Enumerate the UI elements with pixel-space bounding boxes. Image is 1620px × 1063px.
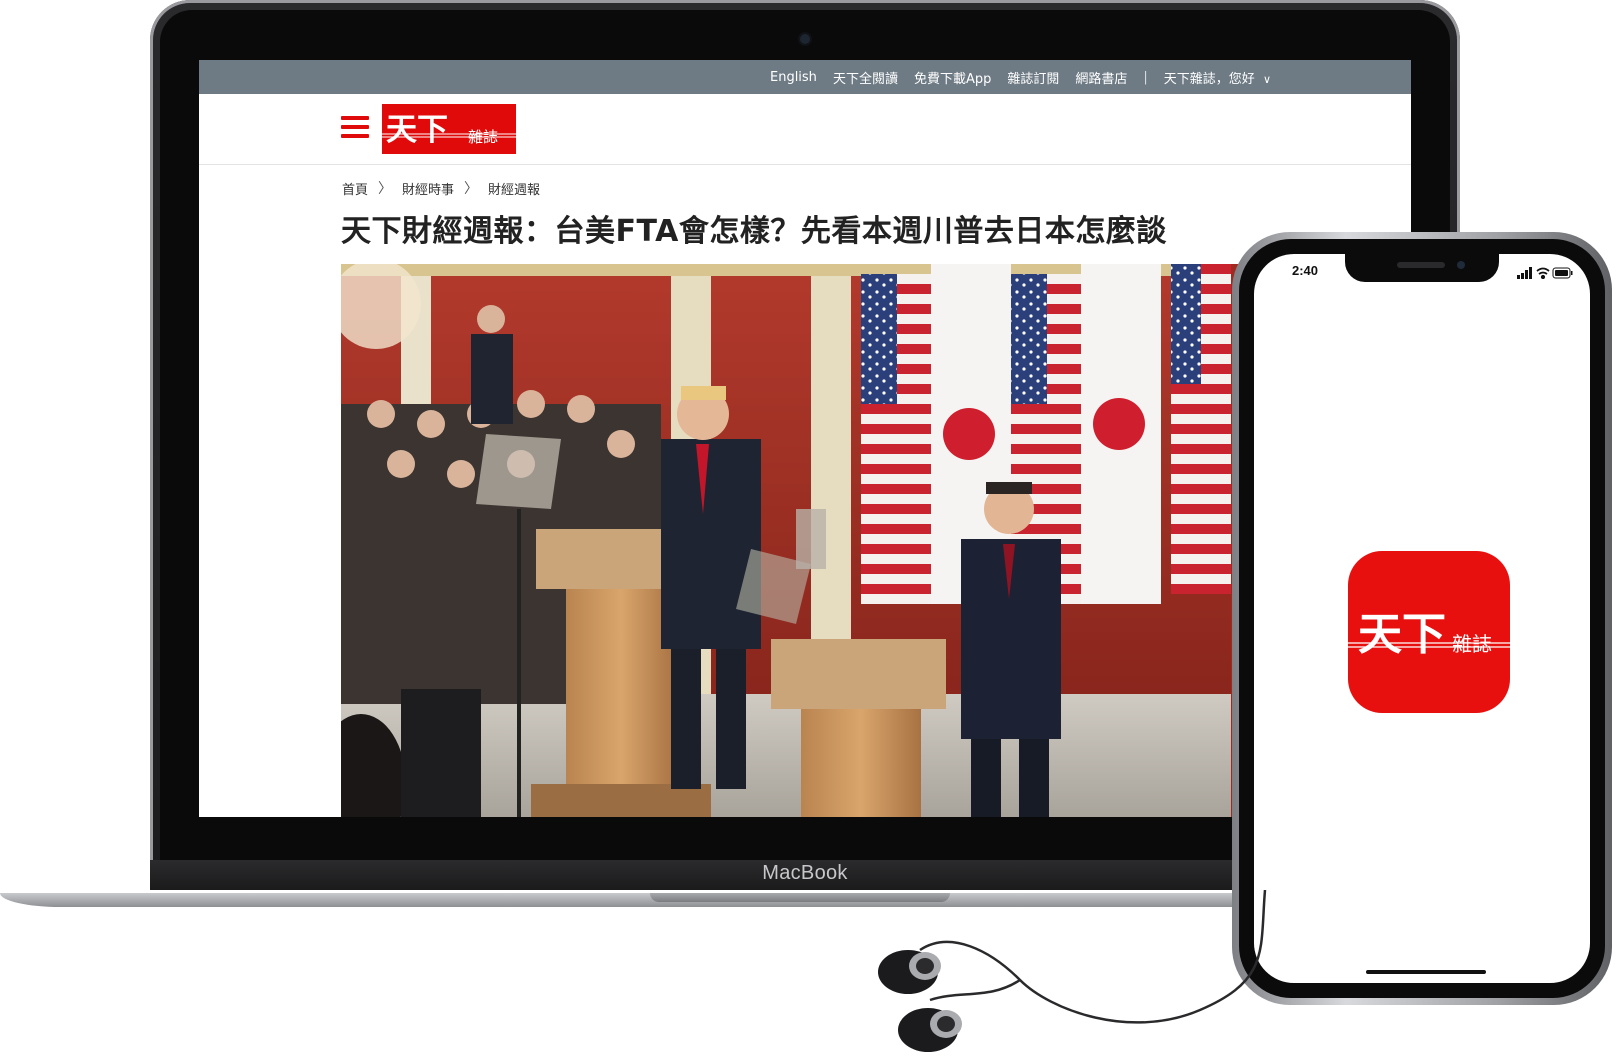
chevron-right-icon: 〉 bbox=[464, 181, 479, 197]
breadcrumb: 首頁 〉 財經時事 〉 財經週報 bbox=[342, 178, 540, 198]
laptop-camera bbox=[800, 34, 810, 44]
earbud-right-icon bbox=[898, 1008, 962, 1052]
earbud-left-icon bbox=[878, 950, 941, 994]
breadcrumb-finance-news[interactable]: 財經時事 bbox=[402, 179, 454, 198]
phone-speaker bbox=[1397, 262, 1445, 268]
article-title: 天下財經週報：台美FTA會怎樣？先看本週川普去日本怎麼談 bbox=[341, 214, 1167, 249]
breadcrumb-home[interactable]: 首頁 bbox=[342, 179, 368, 198]
english-link[interactable]: English bbox=[770, 70, 817, 85]
app-icon[interactable]: 天下 雜誌 bbox=[1348, 551, 1510, 713]
app-icon-sub-text: 雜誌 bbox=[1452, 632, 1492, 656]
wifi-icon bbox=[1536, 267, 1550, 280]
breadcrumb-finance-weekly[interactable]: 財經週報 bbox=[488, 179, 540, 198]
status-bar-icons bbox=[1517, 264, 1573, 280]
logo-sub-text: 雜誌 bbox=[468, 128, 498, 146]
bookstore-link[interactable]: 網路書店 bbox=[1075, 68, 1127, 87]
download-app-link[interactable]: 免費下載App bbox=[914, 68, 991, 87]
app-logo-graphic: 天下 雜誌 bbox=[1348, 609, 1510, 660]
app-icon-main-text: 天下 bbox=[1358, 609, 1446, 660]
status-bar-time: 2:40 bbox=[1292, 263, 1319, 278]
site-header: 天下 雜誌 bbox=[199, 94, 1411, 165]
earbuds bbox=[870, 889, 1270, 1059]
phone-notch bbox=[1345, 254, 1499, 282]
phone-front-camera bbox=[1457, 261, 1465, 269]
subscribe-link[interactable]: 雜誌訂閱 bbox=[1007, 68, 1059, 87]
nav-separator: | bbox=[1143, 69, 1148, 85]
chevron-right-icon: 〉 bbox=[378, 181, 393, 197]
laptop-screen: English 天下全閱讀 免費下載App 雜誌訂閱 網路書店 | 天下雜誌，您… bbox=[199, 60, 1411, 817]
account-menu[interactable]: 天下雜誌，您好 ∨ bbox=[1164, 68, 1271, 87]
site-logo[interactable]: 天下 雜誌 bbox=[382, 104, 516, 154]
utility-nav: English 天下全閱讀 免費下載App 雜誌訂閱 網路書店 | 天下雜誌，您… bbox=[770, 60, 1271, 94]
signal-icon bbox=[1517, 267, 1532, 279]
logo-graphic: 天下 雜誌 bbox=[382, 104, 516, 154]
full-reading-link[interactable]: 天下全閱讀 bbox=[833, 68, 898, 87]
greeting-text: 天下雜誌，您好 bbox=[1163, 71, 1255, 87]
top-utility-bar: English 天下全閱讀 免費下載App 雜誌訂閱 網路書店 | 天下雜誌，您… bbox=[199, 60, 1411, 94]
hamburger-menu-icon[interactable] bbox=[341, 116, 369, 140]
logo-main-text: 天下 bbox=[386, 112, 448, 148]
chevron-down-icon: ∨ bbox=[1262, 72, 1271, 86]
battery-icon bbox=[1552, 267, 1573, 279]
home-indicator bbox=[1366, 970, 1486, 974]
